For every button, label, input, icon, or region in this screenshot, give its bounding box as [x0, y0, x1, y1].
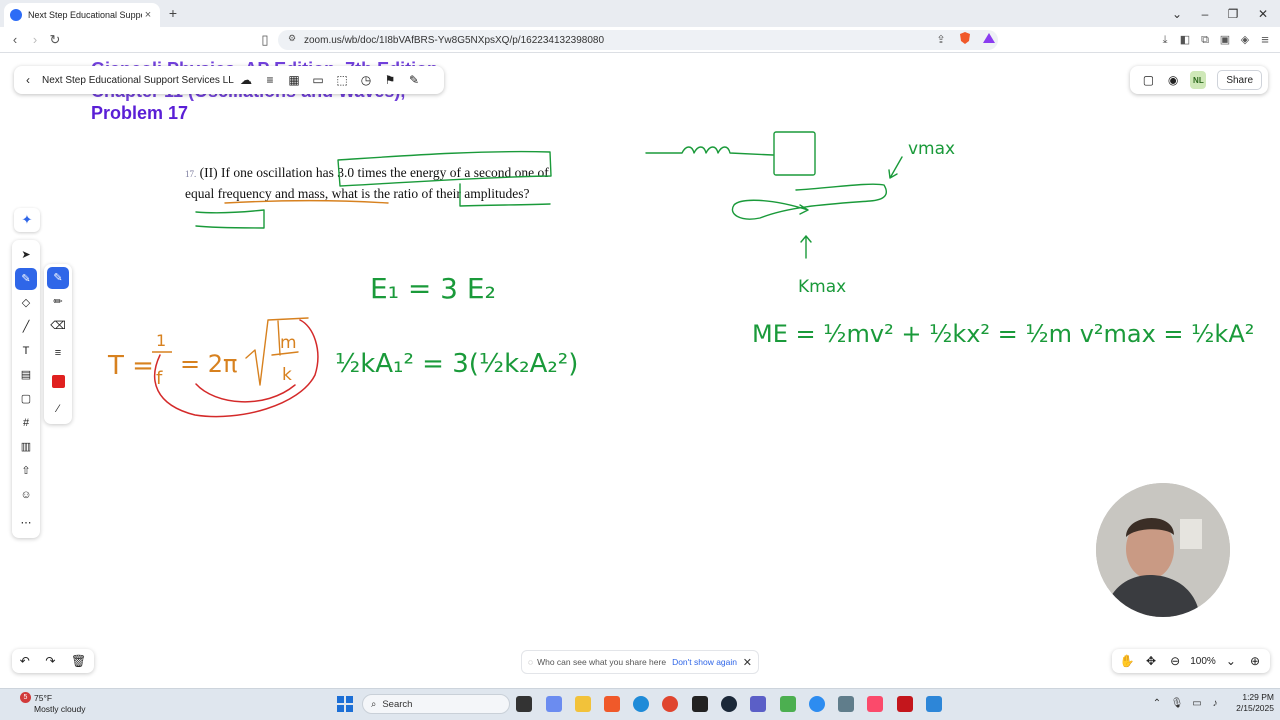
app4-icon[interactable] — [926, 696, 942, 712]
tray-chevron-icon[interactable]: ⌃ — [1150, 697, 1164, 711]
zoom-in-icon[interactable]: ⊕ — [1246, 654, 1264, 668]
taskbar-search-input[interactable]: ⌕ Search — [362, 694, 510, 714]
mech-energy-eq: ME = ½mv² + ½kx² = ½m v²max = ½kA² — [752, 320, 1254, 348]
zoom-toolbar: ✋ ✥ ⊖ 100% ⌄ ⊕ — [1112, 649, 1270, 673]
notice-close-icon[interactable]: ✕ — [743, 656, 752, 669]
red-arc — [195, 383, 296, 403]
acrobat-icon[interactable] — [897, 696, 913, 712]
search-icon: ⌕ — [371, 698, 377, 710]
redo-icon[interactable]: ↷ — [45, 654, 55, 668]
mass-block — [773, 131, 816, 176]
app-icon[interactable] — [692, 696, 708, 712]
zoom-out-icon[interactable]: ⊖ — [1166, 654, 1184, 668]
sqrt-sign — [245, 317, 309, 386]
windows-start-icon[interactable] — [337, 696, 353, 712]
undo-icon[interactable]: ↶ — [20, 654, 30, 668]
clock-date: 2/15/2025 — [1236, 703, 1274, 713]
energy-eq: E₁ = 3 E₂ — [370, 272, 496, 305]
spring — [645, 146, 774, 156]
period-eq-1: 1 — [156, 331, 166, 350]
task-view-icon[interactable] — [516, 696, 532, 712]
notice-text: Who can see what you share here — [537, 657, 667, 667]
hand-icon[interactable]: ✋ — [1118, 654, 1136, 668]
share-notice: ◌ Who can see what you share here Don't … — [521, 650, 759, 674]
teams-icon[interactable] — [750, 696, 766, 712]
period-eq-f: f — [156, 368, 163, 389]
underline-frequency-mass — [224, 200, 389, 204]
steam-icon[interactable] — [721, 696, 737, 712]
weather-widget[interactable]: 5 75°F Mostly cloudy — [8, 692, 128, 716]
app2-icon[interactable] — [780, 696, 796, 712]
kmax-label: Kmax — [798, 277, 846, 297]
clock-time: 1:29 PM — [1242, 692, 1274, 702]
amplitude-eq: ½kA₁² = 3(½k₂A₂²) — [335, 349, 578, 379]
handwriting-layer: T = 1 f = 2π m k E₁ = 3 E₂ ½kA₁² = 3(½k₂… — [107, 131, 1254, 418]
brave-taskbar-icon[interactable] — [604, 696, 620, 712]
volume-icon[interactable]: ♪ — [1208, 697, 1222, 711]
copilot-icon[interactable] — [546, 696, 562, 712]
trash-icon[interactable]: 🗑 — [71, 654, 86, 668]
period-eq-k: k — [282, 365, 292, 385]
weather-temp: 75°F — [34, 693, 53, 703]
period-eq-T: T = — [107, 351, 154, 381]
notification-badge: 5 — [20, 692, 31, 703]
period-eq-2pi: = 2π — [180, 350, 237, 378]
arrow-kmax — [800, 235, 812, 259]
calculator-icon[interactable] — [838, 696, 854, 712]
highlight-box-energy — [337, 150, 552, 187]
highlight-box-ratio — [459, 183, 551, 207]
vmax-label: vmax — [908, 139, 955, 159]
oscillation-loop — [731, 183, 888, 220]
mic-icon[interactable]: 🎙 — [1170, 697, 1184, 711]
period-eq-m: m — [280, 333, 297, 353]
weather-desc: Mostly cloudy — [34, 704, 86, 714]
history-toolbar: ↶ ↷ 🗑 — [12, 649, 94, 673]
highlight-box-amplitudes — [195, 209, 265, 229]
music-icon[interactable] — [867, 696, 883, 712]
system-clock[interactable]: 1:29 PM 2/15/2025 — [1228, 692, 1274, 714]
chevron-down-icon[interactable]: ⌄ — [1222, 654, 1240, 668]
laser-icon[interactable]: ✥ — [1142, 654, 1160, 668]
zoom-level[interactable]: 100% — [1190, 656, 1216, 667]
notice-info-icon: ◌ — [528, 657, 534, 667]
network-icon[interactable]: ▭ — [1190, 697, 1204, 711]
webcam-video[interactable] — [1096, 483, 1230, 617]
app3-icon[interactable] — [809, 696, 825, 712]
edge-icon[interactable] — [633, 696, 649, 712]
arrow-vmax — [888, 156, 903, 179]
file-explorer-icon[interactable] — [575, 696, 591, 712]
search-placeholder: Search — [382, 698, 413, 710]
chrome-icon[interactable] — [662, 696, 678, 712]
dont-show-again-link[interactable]: Don't show again — [672, 657, 737, 667]
